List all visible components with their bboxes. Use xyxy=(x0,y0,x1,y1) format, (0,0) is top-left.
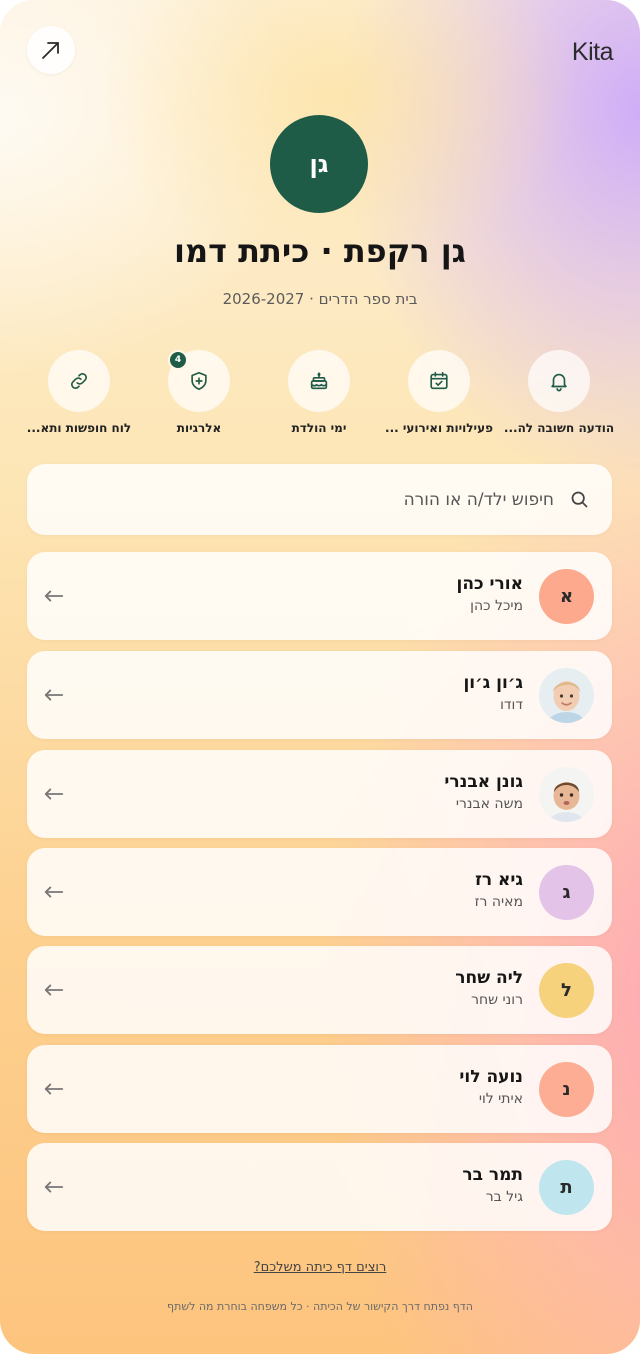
birthday-cake-icon xyxy=(310,372,328,390)
parent-name: איתי לוי xyxy=(478,1091,523,1107)
app-frame: Kita גן גן רקפת · כיתת דמו בית ספר הדרים… xyxy=(0,0,640,1354)
arrow-left-icon xyxy=(44,1181,64,1193)
arrow-left-icon xyxy=(44,886,64,898)
child-photo xyxy=(539,668,594,723)
footer-note: הדף נפתח דרך הקישור של הכיתה · כל משפחה … xyxy=(167,1300,473,1313)
parent-name: גיל בר xyxy=(485,1189,523,1205)
allergies-count-badge: 4 xyxy=(168,350,188,370)
arrow-left-icon xyxy=(44,788,64,800)
bell-icon xyxy=(551,373,567,392)
avatar: ג xyxy=(539,865,594,920)
child-card[interactable]: גונן אבנרי משה אבנרי xyxy=(27,750,612,838)
quick-action-label: פעילויות ואירועי ... xyxy=(385,421,493,435)
parent-name: מאיה רז xyxy=(474,894,523,910)
child-card[interactable]: נ נועה לוי איתי לוי xyxy=(27,1045,612,1133)
create-class-page-link[interactable]: רוצים דף כיתה משלכם? xyxy=(0,1260,640,1275)
child-card[interactable]: ת תמר בר גיל בר xyxy=(27,1143,612,1231)
quick-action-birthdays[interactable]: ימי הולדת xyxy=(258,350,378,440)
child-name: ליה שחר xyxy=(455,968,523,988)
child-card[interactable]: ג גיא רז מאיה רז xyxy=(27,848,612,936)
link-icon xyxy=(71,373,87,389)
class-avatar: גן xyxy=(270,115,368,213)
quick-action-circle xyxy=(408,350,470,412)
quick-action-circle xyxy=(528,350,590,412)
child-name: אורי כהן xyxy=(456,574,523,594)
class-subtitle: בית ספר הדרים · 2026-2027 xyxy=(222,290,418,308)
quick-action-label: הודעה חשובה לה... xyxy=(503,421,615,435)
parent-name: מיכל כהן xyxy=(470,598,523,614)
shield-plus-icon xyxy=(191,371,207,391)
avatar: ל xyxy=(539,963,594,1018)
search-input[interactable] xyxy=(74,464,554,535)
quick-action-label: לוח חופשות ותא... xyxy=(26,421,132,435)
parent-name: רוני שחר xyxy=(471,992,523,1008)
quick-action-vacations[interactable]: לוח חופשות ותא... xyxy=(18,350,138,440)
avatar: נ xyxy=(539,1062,594,1117)
arrow-left-icon xyxy=(44,590,64,602)
child-name: גונן אבנרי xyxy=(444,772,523,792)
child-name: נועה לוי xyxy=(459,1067,523,1087)
search-bar[interactable] xyxy=(27,464,612,535)
quick-action-circle xyxy=(48,350,110,412)
quick-action-label: אלרגיות xyxy=(176,421,222,435)
quick-action-label: ימי הולדת xyxy=(291,421,347,435)
avatar xyxy=(539,767,594,822)
quick-action-allergies[interactable]: 4 אלרגיות xyxy=(138,350,258,440)
parent-name: דודו xyxy=(500,697,523,713)
avatar: ת xyxy=(539,1160,594,1215)
quick-action-announcement[interactable]: הודעה חשובה לה... xyxy=(498,350,618,440)
child-name: ג׳ון ג׳ון xyxy=(463,673,523,693)
app-logo[interactable]: Kita xyxy=(572,38,614,67)
child-photo xyxy=(539,767,594,822)
child-name: גיא רז xyxy=(475,870,523,890)
calendar-check-icon xyxy=(430,371,448,390)
child-name: תמר בר xyxy=(462,1165,523,1185)
search-icon xyxy=(571,491,588,508)
arrow-left-icon xyxy=(44,1083,64,1095)
child-card[interactable]: ל ליה שחר רוני שחר xyxy=(27,946,612,1034)
quick-action-circle xyxy=(288,350,350,412)
avatar: א xyxy=(539,569,594,624)
share-button[interactable] xyxy=(27,26,75,74)
child-card[interactable]: ג׳ון ג׳ון דודו xyxy=(27,651,612,739)
arrow-up-right-icon xyxy=(42,42,59,59)
quick-action-activities[interactable]: פעילויות ואירועי ... xyxy=(378,350,498,440)
arrow-left-icon xyxy=(44,689,64,701)
child-card[interactable]: א אורי כהן מיכל כהן xyxy=(27,552,612,640)
arrow-left-icon xyxy=(44,984,64,996)
page-title: גן רקפת · כיתת דמו xyxy=(174,232,466,270)
avatar xyxy=(539,668,594,723)
parent-name: משה אבנרי xyxy=(455,796,523,812)
